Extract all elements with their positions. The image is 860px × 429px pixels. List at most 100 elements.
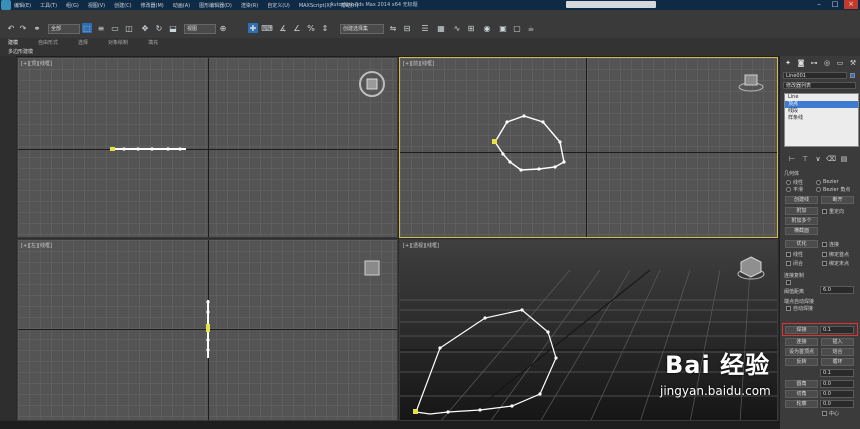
- viewcube-icon[interactable]: [362, 258, 382, 278]
- fillet-button[interactable]: 圆角: [785, 380, 818, 388]
- chamfer-spinner[interactable]: 0.0: [820, 390, 854, 398]
- mirror-icon[interactable]: ⇋: [388, 23, 398, 33]
- selection-filter-dropdown[interactable]: 全部: [48, 24, 80, 34]
- named-selection-set[interactable]: 创建选择集: [340, 24, 384, 34]
- percent-snap-icon[interactable]: %: [306, 23, 316, 33]
- bind-last-checkbox[interactable]: [822, 261, 827, 266]
- remove-modifier-icon[interactable]: ⌫: [826, 154, 836, 164]
- viewport-left[interactable]: [+][左][线框]: [17, 239, 398, 421]
- threshold-spinner[interactable]: 6.0: [820, 286, 854, 294]
- rectangle-selection-icon[interactable]: ▭: [110, 23, 120, 33]
- app-icon[interactable]: [1, 0, 11, 10]
- fuse-button[interactable]: 熔合: [821, 348, 854, 356]
- spline-left-view[interactable]: [18, 240, 398, 421]
- stack-item-line[interactable]: Line: [785, 94, 858, 101]
- menu-tools[interactable]: 工具(T): [40, 2, 57, 9]
- crossinsert-spinner[interactable]: 0.1: [820, 369, 854, 377]
- viewcube-icon[interactable]: [738, 72, 764, 92]
- rendered-frame-icon[interactable]: ▢: [512, 23, 522, 33]
- outline-spinner[interactable]: 0.0: [820, 400, 854, 408]
- menu-create[interactable]: 创建(C): [114, 2, 131, 9]
- stack-item-spline[interactable]: 样条线: [785, 115, 858, 122]
- minimize-button[interactable]: –: [812, 0, 826, 9]
- make-first-button[interactable]: 设为首顶点: [785, 348, 818, 356]
- attach-mult-button[interactable]: 附加多个: [785, 217, 818, 225]
- radio-bezier-corner[interactable]: [816, 187, 821, 192]
- connect-button[interactable]: 连接: [785, 338, 818, 346]
- modifier-list-dropdown[interactable]: 修改器列表: [783, 82, 856, 89]
- move-icon[interactable]: ✥: [140, 23, 150, 33]
- tab-populate[interactable]: 填充: [148, 39, 158, 46]
- scale-icon[interactable]: ⬓: [168, 23, 178, 33]
- menu-graph-editors[interactable]: 图形编辑器(D): [199, 2, 232, 9]
- menu-group[interactable]: 组(G): [66, 2, 79, 9]
- spinner-snap-icon[interactable]: ⇕: [320, 23, 330, 33]
- window-crossing-icon[interactable]: ◫: [124, 23, 134, 33]
- maximize-button[interactable]: □: [828, 0, 842, 9]
- modifier-stack[interactable]: Line 顶点 线段 样条线: [784, 93, 859, 147]
- close-button[interactable]: ×: [844, 0, 858, 9]
- object-name-field[interactable]: Line001: [783, 72, 847, 79]
- layer-manager-icon[interactable]: ☰: [420, 23, 430, 33]
- cycle-button[interactable]: 循环: [821, 358, 854, 366]
- menu-modifiers[interactable]: 修改器(M): [141, 2, 164, 9]
- rotate-icon[interactable]: ↻: [154, 23, 164, 33]
- modify-tab-icon[interactable]: ◙: [796, 58, 806, 68]
- select-object-icon[interactable]: ⬚: [82, 23, 92, 33]
- menu-customize[interactable]: 自定义(U): [267, 2, 290, 9]
- radio-bezier[interactable]: [816, 180, 821, 185]
- keyboard-shortcut-icon[interactable]: ⌨: [261, 23, 273, 33]
- timeline-bar[interactable]: [0, 421, 779, 429]
- viewcube-icon[interactable]: [736, 254, 766, 282]
- undo-icon[interactable]: ↶: [6, 23, 16, 33]
- outline-button[interactable]: 轮廓: [785, 400, 818, 408]
- angle-snap-icon[interactable]: ∠: [292, 23, 302, 33]
- snap-toggle-icon[interactable]: ∡: [278, 23, 288, 33]
- link-icon[interactable]: ⚭: [32, 23, 42, 33]
- render-setup-icon[interactable]: ▣: [498, 23, 508, 33]
- render-production-icon[interactable]: ☕: [526, 23, 536, 33]
- cross-section-button[interactable]: 横截面: [785, 227, 818, 235]
- utilities-tab-icon[interactable]: ⚒: [848, 58, 858, 68]
- menu-edit[interactable]: 编辑(E): [14, 2, 31, 9]
- stack-item-segment[interactable]: 线段: [785, 108, 858, 115]
- align-icon[interactable]: ⊟: [402, 23, 412, 33]
- center-checkbox[interactable]: [822, 411, 827, 416]
- chamfer-button[interactable]: 切角: [785, 390, 818, 398]
- connect-copy-checkbox[interactable]: [786, 280, 791, 285]
- configure-sets-icon[interactable]: ▤: [839, 154, 849, 164]
- show-end-result-icon[interactable]: ⊤: [800, 154, 810, 164]
- curve-editor-icon[interactable]: ∿: [452, 23, 462, 33]
- pin-stack-icon[interactable]: ⊢: [787, 154, 797, 164]
- connect-checkbox[interactable]: [822, 242, 827, 247]
- select-by-name-icon[interactable]: ≡: [96, 23, 106, 33]
- radio-smooth[interactable]: [786, 187, 791, 192]
- viewport-front[interactable]: [+][前][线框]: [399, 57, 778, 238]
- menu-view[interactable]: 视图(V): [88, 2, 105, 9]
- attach-button[interactable]: 附加: [785, 207, 818, 215]
- viewcube-icon[interactable]: [358, 70, 386, 98]
- select-and-manipulate-icon[interactable]: ✚: [248, 23, 258, 33]
- refine-button[interactable]: 优化: [785, 240, 818, 248]
- reorient-checkbox[interactable]: [822, 209, 827, 214]
- menu-rendering[interactable]: 渲染(R): [241, 2, 258, 9]
- hierarchy-tab-icon[interactable]: ⊶: [809, 58, 819, 68]
- material-editor-icon[interactable]: ◉: [482, 23, 492, 33]
- motion-tab-icon[interactable]: ◎: [822, 58, 832, 68]
- stack-item-vertex[interactable]: 顶点: [785, 101, 858, 108]
- spline-top-view[interactable]: [18, 58, 398, 238]
- pivot-icon[interactable]: ⊕: [218, 23, 228, 33]
- radio-linear[interactable]: [786, 180, 791, 185]
- create-line-button[interactable]: 创建线: [785, 196, 818, 204]
- break-button[interactable]: 断开: [821, 196, 854, 204]
- tab-object-paint[interactable]: 对象绘制: [108, 39, 128, 46]
- closed-checkbox[interactable]: [786, 261, 791, 266]
- auto-weld-checkbox[interactable]: [786, 306, 791, 311]
- create-tab-icon[interactable]: ✦: [783, 58, 793, 68]
- viewport-top[interactable]: [+][顶][线框]: [17, 57, 398, 238]
- tab-modeling[interactable]: 建模: [8, 39, 18, 46]
- menu-animation[interactable]: 动画(A): [173, 2, 190, 9]
- tab-selection[interactable]: 选择: [78, 39, 88, 46]
- insert-button[interactable]: 插入: [821, 338, 854, 346]
- spline-front-view[interactable]: [400, 58, 778, 238]
